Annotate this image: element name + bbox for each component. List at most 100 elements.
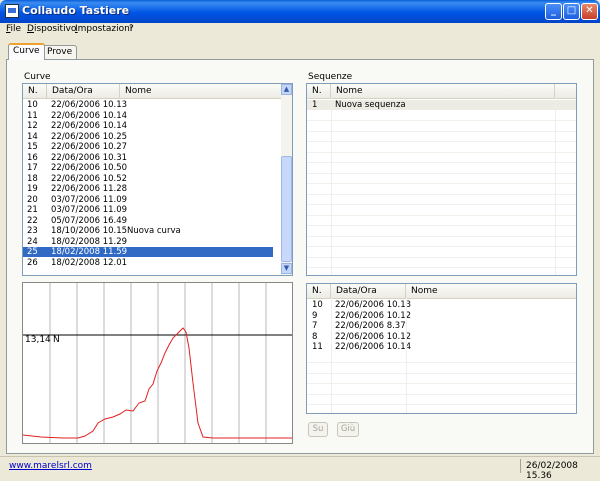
cell: 17 [27, 163, 38, 173]
cell: 22/06/2006 10.50 [51, 163, 128, 173]
empty-row-line [307, 235, 576, 237]
close-button[interactable]: ✕ [581, 3, 598, 20]
cell: 21 [27, 205, 38, 215]
menu-bar: File Dispositivo Impostazioni ? [0, 23, 600, 37]
cell: 18/02/2008 11.29 [51, 236, 128, 247]
sequences-label: Sequenze [308, 72, 353, 82]
list-row[interactable]: 22 05/07/2006 16.49 [23, 216, 273, 226]
column-gridline [331, 298, 332, 413]
scroll-up-arrow-icon[interactable]: ▲ [281, 84, 292, 95]
scroll-down-arrow-icon[interactable]: ▼ [281, 263, 292, 274]
cell: 10 [312, 300, 323, 310]
menu-file[interactable]: File [6, 24, 21, 34]
website-link[interactable]: www.marelsrl.com [9, 461, 92, 471]
tab-prove[interactable]: Prove [42, 45, 78, 60]
column-header-n[interactable]: N. [307, 84, 331, 98]
menu-dispositivo[interactable]: Dispositivo [27, 24, 76, 34]
empty-row-line [307, 256, 576, 258]
list-row[interactable]: 18 22/06/2006 10.52 [23, 174, 273, 184]
list-row[interactable]: 11 22/06/2006 10.14 [307, 342, 576, 352]
cell: 12 [27, 121, 38, 131]
list-row[interactable]: 11 22/06/2006 10.14 [23, 111, 273, 121]
column-header-name[interactable]: Nome [406, 284, 576, 298]
cell: 11 [312, 342, 323, 352]
empty-row-line [307, 172, 576, 174]
column-header-n[interactable]: N. [23, 84, 47, 98]
minimize-button[interactable]: _ [545, 3, 562, 20]
cell: 18/02/2008 12.01 [51, 257, 128, 268]
column-header-name[interactable]: Nome [331, 84, 555, 98]
move-down-button[interactable]: Giù [337, 422, 359, 437]
cell: 22/06/2006 8.37 [335, 321, 406, 331]
list-row[interactable]: 16 22/06/2006 10.31 [23, 153, 273, 163]
empty-row-line [307, 162, 576, 163]
list-row[interactable]: 12 22/06/2006 10.14 [23, 121, 273, 131]
column-header-datetime[interactable]: Data/Ora [331, 284, 406, 298]
app-icon [5, 4, 19, 18]
cell: 18/10/2006 10.15 [51, 226, 128, 236]
window-title: Collaudo Tastiere [22, 4, 130, 17]
curve-chart-svg [23, 283, 292, 443]
cell: 18/02/2008 11.59 [51, 247, 128, 257]
list-row[interactable]: 8 22/06/2006 10.12 [307, 332, 576, 342]
empty-row-line [307, 404, 576, 405]
list-row[interactable]: 24 18/02/2008 11.29 [23, 237, 273, 247]
curves-scrollbar[interactable]: ▲ ▼ [281, 84, 292, 275]
cell: 22/06/2006 10.13 [51, 100, 128, 110]
maximize-button[interactable]: □ [563, 3, 580, 20]
sequence-curves-list[interactable]: N. Data/Ora Nome 10 22/06/2006 10.13 9 22/0… [306, 283, 577, 414]
empty-row-line [307, 383, 576, 384]
empty-row-line [307, 225, 576, 226]
list-row[interactable]: 26 18/02/2008 12.01 [23, 258, 273, 268]
column-gridline [555, 98, 556, 275]
column-header-n[interactable]: N. [307, 284, 331, 298]
empty-row-line [307, 151, 576, 153]
column-header-datetime[interactable]: Data/Ora [47, 84, 120, 98]
list-row[interactable]: 17 22/06/2006 10.50 [23, 163, 273, 173]
sequences-list[interactable]: N. Nome 1 Nuova sequenza [306, 83, 577, 276]
menu-help[interactable]: ? [129, 24, 134, 34]
cell: 8 [312, 331, 318, 342]
cell: Nuova curva [127, 226, 181, 236]
empty-row-line [307, 130, 576, 132]
cell: 15 [27, 142, 38, 152]
cell: 22/06/2006 10.31 [51, 152, 128, 163]
list-row[interactable]: 15 22/06/2006 10.27 [23, 142, 273, 152]
empty-row-line [307, 362, 576, 363]
empty-row-line [307, 141, 576, 142]
empty-row-line [307, 393, 576, 395]
column-header-name[interactable]: Nome [120, 84, 280, 98]
list-row[interactable]: 25 18/02/2008 11.59 [23, 247, 273, 257]
cell: 22/06/2006 11.28 [51, 184, 128, 194]
empty-row-line [307, 246, 576, 247]
cell: 9 [312, 310, 318, 321]
cell: Nuova sequenza [335, 100, 406, 110]
move-up-button[interactable]: Su [308, 422, 328, 437]
list-row[interactable]: 20 03/07/2006 11.09 [23, 195, 273, 205]
curves-list[interactable]: N. Data/Ora Nome 10 22/06/2006 10.13 11 22/… [22, 83, 293, 276]
curves-label: Curve [24, 72, 51, 82]
menu-impostazioni[interactable]: Impostazioni [75, 24, 132, 34]
tab-curve[interactable]: Curve [8, 43, 45, 60]
list-row[interactable]: 14 22/06/2006 10.25 [23, 132, 273, 142]
list-row[interactable]: 10 22/06/2006 10.13 [307, 300, 576, 310]
cell: 11 [27, 110, 38, 121]
cell: 03/07/2006 11.09 [51, 205, 128, 215]
cell: 7 [312, 321, 318, 331]
list-row[interactable]: 9 22/06/2006 10.12 [307, 311, 576, 321]
cell: 16 [27, 152, 38, 163]
curves-list-header: N. Data/Ora Nome [23, 84, 292, 99]
list-row[interactable]: 1 Nuova sequenza [307, 100, 576, 110]
empty-row-line [307, 120, 576, 121]
list-row[interactable]: 19 22/06/2006 11.28 [23, 184, 273, 194]
list-row[interactable]: 10 22/06/2006 10.13 [23, 100, 273, 110]
list-row[interactable]: 23 18/10/2006 10.15 Nuova curva [23, 226, 273, 236]
cell: 22/06/2006 10.14 [51, 110, 128, 121]
list-row[interactable]: 7 22/06/2006 8.37 [307, 321, 576, 331]
cell: 22/06/2006 10.12 [335, 310, 412, 321]
scroll-thumb[interactable] [281, 156, 292, 262]
status-datetime: 26/02/2008 15.36 [526, 461, 578, 481]
empty-row-line [307, 193, 576, 195]
list-row[interactable]: 21 03/07/2006 11.09 [23, 205, 273, 215]
status-divider [520, 459, 521, 473]
